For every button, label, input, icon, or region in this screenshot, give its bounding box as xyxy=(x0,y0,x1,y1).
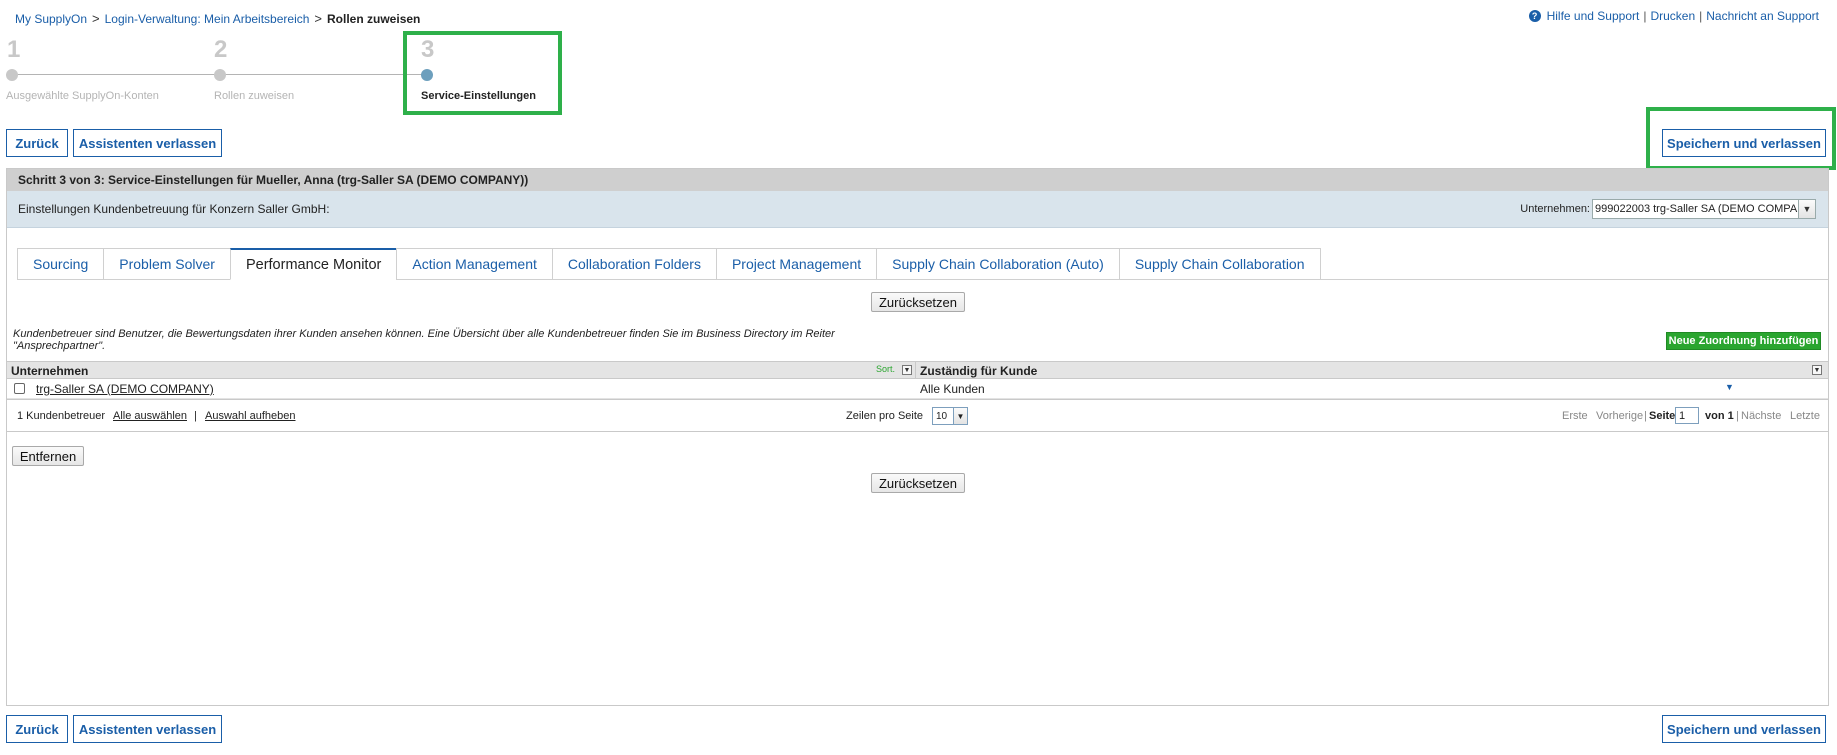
column-header-customer[interactable]: Zuständig für Kunde xyxy=(920,364,1037,378)
chevron-down-icon[interactable]: ▼ xyxy=(953,408,967,424)
company-select[interactable]: 999022003 trg-Saller SA (DEMO COMPANY) ▼ xyxy=(1592,199,1816,219)
tab-performance-monitor[interactable]: Performance Monitor xyxy=(229,248,397,280)
table-header: Unternehmen Sort. ▼ Zuständig für Kunde … xyxy=(7,361,1828,379)
divider: | xyxy=(1643,9,1647,23)
divider: | xyxy=(1699,9,1703,23)
company-select-value: 999022003 trg-Saller SA (DEMO COMPANY) xyxy=(1595,203,1816,215)
column-header-company[interactable]: Unternehmen xyxy=(11,364,88,378)
rows-per-page-label: Zeilen pro Seite xyxy=(846,410,924,422)
wizard-step-2-dot xyxy=(214,69,226,81)
company-filter: Unternehmen: 999022003 trg-Saller SA (DE… xyxy=(1520,199,1816,219)
tab-collaboration-folders[interactable]: Collaboration Folders xyxy=(551,248,716,280)
breadcrumb-current: Rollen zuweisen xyxy=(327,12,421,26)
wizard-step-2-number: 2 xyxy=(214,36,228,63)
select-all-link[interactable]: Alle auswählen xyxy=(113,410,187,422)
divider: | xyxy=(1736,410,1739,422)
customer-dropdown-arrow-icon[interactable]: ▼ xyxy=(1725,382,1734,392)
breadcrumb-link-login-verwaltung[interactable]: Login-Verwaltung: Mein Arbeitsbereich xyxy=(105,12,310,26)
print-link[interactable]: Drucken xyxy=(1650,9,1695,23)
help-links: ? Hilfe und Support | Drucken | Nachrich… xyxy=(1528,9,1819,23)
column-divider xyxy=(915,362,916,378)
page-total: von 1 xyxy=(1705,410,1734,422)
add-mapping-button[interactable]: Neue Zuordnung hinzufügen xyxy=(1666,332,1821,350)
next-page-link[interactable]: Nächste xyxy=(1741,410,1781,422)
wizard-step-1-dot xyxy=(6,69,18,81)
description-text: Kundenbetreuer sind Benutzer, die Bewert… xyxy=(13,328,835,352)
wizard-step-1-label: Ausgewählte SupplyOn-Konten xyxy=(6,90,159,102)
breadcrumb-link-mysupplyon[interactable]: My SupplyOn xyxy=(15,12,87,26)
table-footer: 1 Kundenbetreuer Alle auswählen | Auswah… xyxy=(7,399,1828,432)
deselect-link[interactable]: Auswahl aufheben xyxy=(205,410,296,422)
tab-scc-auto[interactable]: Supply Chain Collaboration (Auto) xyxy=(876,248,1119,280)
last-page-link[interactable]: Letzte xyxy=(1790,410,1820,422)
table-row: trg-Saller SA (DEMO COMPANY) Alle Kunden… xyxy=(7,379,1828,399)
question-circle-icon[interactable]: ? xyxy=(1528,10,1541,22)
leave-wizard-button[interactable]: Assistenten verlassen xyxy=(73,129,222,157)
company-label: Unternehmen: xyxy=(1520,203,1590,215)
breadcrumb-separator: > xyxy=(314,11,323,26)
filter-icon[interactable]: ▼ xyxy=(902,365,912,375)
row-customer-value: Alle Kunden xyxy=(920,382,985,396)
divider: | xyxy=(1644,410,1647,422)
filter-icon[interactable]: ▼ xyxy=(1812,365,1822,375)
tab-problem-solver[interactable]: Problem Solver xyxy=(103,248,230,280)
row-checkbox[interactable] xyxy=(14,383,25,394)
previous-page-link[interactable]: Vorherige xyxy=(1596,410,1643,422)
remove-button[interactable]: Entfernen xyxy=(12,446,84,466)
back-button[interactable]: Zurück xyxy=(6,129,68,157)
wizard-step-2-label: Rollen zuweisen xyxy=(214,90,295,102)
help-support-link[interactable]: Hilfe und Support xyxy=(1547,9,1640,23)
wizard-step-3-number: 3 xyxy=(421,36,435,63)
tab-action-management[interactable]: Action Management xyxy=(396,248,552,280)
breadcrumb: My SupplyOn > Login-Verwaltung: Mein Arbei… xyxy=(15,11,420,26)
chevron-down-icon[interactable]: ▼ xyxy=(1798,200,1815,218)
service-tabs: Sourcing Problem Solver Performance Moni… xyxy=(17,248,1321,280)
page-input[interactable]: 1 xyxy=(1675,407,1699,424)
first-page-link[interactable]: Erste xyxy=(1562,410,1588,422)
tab-scc[interactable]: Supply Chain Collaboration xyxy=(1118,248,1321,280)
reset-button-top[interactable]: Zurücksetzen xyxy=(871,292,965,312)
wizard-step-1-number: 1 xyxy=(7,36,21,63)
save-and-leave-button-bottom[interactable]: Speichern und verlassen xyxy=(1662,715,1826,743)
page-label: Seite xyxy=(1649,410,1676,422)
back-button-bottom[interactable]: Zurück xyxy=(6,715,68,743)
row-company-link[interactable]: trg-Saller SA (DEMO COMPANY) xyxy=(36,382,214,396)
tab-sourcing[interactable]: Sourcing xyxy=(17,248,104,280)
save-and-leave-button[interactable]: Speichern und verlassen xyxy=(1662,129,1826,157)
tab-project-management[interactable]: Project Management xyxy=(715,248,877,280)
divider: | xyxy=(194,410,197,422)
wizard-step-3-dot xyxy=(421,69,433,81)
rows-per-page-select[interactable]: 10 ▼ xyxy=(932,407,968,425)
breadcrumb-separator: > xyxy=(92,11,100,26)
panel-title: Schritt 3 von 3: Service-Einstellungen f… xyxy=(7,169,1828,191)
panel-subtitle-text: Einstellungen Kundenbetreuung für Konzer… xyxy=(18,202,330,216)
count-label: 1 Kundenbetreuer xyxy=(17,410,106,422)
message-support-link[interactable]: Nachricht an Support xyxy=(1706,9,1819,23)
wizard-step-3-label: Service-Einstellungen xyxy=(421,90,536,102)
leave-wizard-button-bottom[interactable]: Assistenten verlassen xyxy=(73,715,222,743)
service-settings-panel: Schritt 3 von 3: Service-Einstellungen f… xyxy=(6,168,1829,706)
reset-button-bottom[interactable]: Zurücksetzen xyxy=(871,473,965,493)
rows-per-page-value: 10 xyxy=(936,410,948,422)
sort-label[interactable]: Sort. xyxy=(876,364,895,374)
